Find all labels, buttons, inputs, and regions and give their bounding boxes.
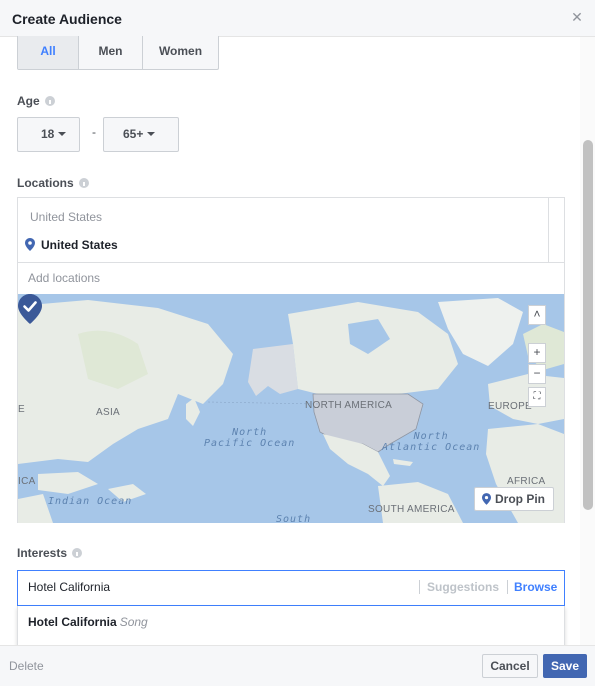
drop-pin-label: Drop Pin — [495, 492, 545, 506]
delete-link[interactable]: Delete — [9, 659, 44, 673]
chevron-down-icon — [58, 132, 67, 136]
map-label-ica: ICA — [18, 476, 36, 487]
interest-result-item[interactable]: Hotel California Song — [28, 615, 148, 629]
map-label-asia: ASIA — [96, 407, 120, 418]
dialog-title: Create Audience — [12, 11, 122, 27]
close-icon[interactable]: ✕ — [569, 9, 585, 25]
gender-option-women[interactable]: Women — [143, 36, 218, 69]
map-label-north-pacific: North Pacific Ocean — [204, 427, 296, 449]
map-collapse-button[interactable]: ˄ — [528, 305, 546, 325]
selected-location-item[interactable]: United States — [25, 238, 118, 252]
save-button[interactable]: Save — [543, 654, 587, 678]
map-fullscreen-icon[interactable]: ⛶ — [528, 387, 546, 407]
location-map[interactable]: ASIA NORTH AMERICA EUROPE AFRICA SOUTH A… — [18, 294, 564, 523]
map-label-north-atlantic: North Atlantic Ocean — [382, 431, 481, 453]
age-min-value: 18 — [41, 127, 55, 141]
map-zoom-out-button[interactable]: − — [528, 364, 546, 384]
map-label-africa: AFRICA — [507, 476, 546, 487]
age-min-select[interactable]: 18 — [17, 117, 80, 152]
dialog-header: Create Audience ✕ — [0, 0, 595, 37]
info-icon[interactable] — [44, 96, 55, 106]
add-locations-input[interactable] — [18, 263, 564, 293]
info-icon[interactable] — [78, 178, 89, 188]
locations-label-text: Locations — [17, 176, 74, 190]
cancel-button[interactable]: Cancel — [482, 654, 538, 678]
location-pin-icon — [482, 493, 491, 505]
interest-suggestions-dropdown: Hotel California Song — [17, 606, 565, 646]
dialog-footer: Delete Cancel Save — [0, 645, 595, 686]
locations-label: Locations — [17, 176, 89, 190]
map-label-indian-ocean: Indian Ocean — [48, 496, 133, 507]
interest-result-type: Song — [119, 615, 148, 629]
drop-pin-button[interactable]: Drop Pin — [474, 487, 554, 511]
location-country-header: United States — [30, 210, 103, 224]
age-label: Age — [17, 94, 55, 108]
map-label-south-america: SOUTH AMERICA — [368, 504, 455, 515]
divider — [419, 580, 420, 594]
interest-result-name: Hotel California — [28, 615, 117, 629]
suggestions-link[interactable]: Suggestions — [427, 580, 499, 594]
interests-label-text: Interests — [17, 546, 68, 560]
age-max-select[interactable]: 65+ — [103, 117, 179, 152]
chevron-down-icon — [147, 132, 156, 136]
interests-field[interactable]: Suggestions Browse — [17, 570, 565, 606]
selected-location-label: United States — [41, 238, 118, 252]
gender-option-men[interactable]: Men — [79, 36, 143, 69]
interests-label: Interests — [17, 546, 83, 560]
interests-input[interactable] — [28, 580, 408, 594]
add-locations-field[interactable] — [18, 262, 564, 294]
map-label-south: South — [276, 514, 312, 523]
info-icon[interactable] — [72, 548, 83, 558]
age-max-value: 65+ — [123, 127, 144, 141]
location-pin-icon — [25, 238, 35, 251]
divider — [507, 580, 508, 594]
map-label-europe: EUROPE — [488, 401, 533, 412]
locations-list: United States United States — [18, 198, 549, 262]
gender-option-all[interactable]: All — [18, 36, 79, 69]
map-location-marker-icon[interactable] — [18, 294, 42, 324]
gender-selector: All Men Women — [17, 36, 219, 70]
browse-link[interactable]: Browse — [514, 580, 557, 594]
map-label-north-america: NORTH AMERICA — [305, 400, 393, 411]
map-zoom-in-button[interactable]: + — [528, 343, 546, 363]
age-label-text: Age — [17, 94, 40, 108]
locations-box: United States United States Add location… — [17, 197, 565, 523]
scrollbar-thumb[interactable] — [583, 140, 593, 510]
age-range-dash: - — [92, 125, 96, 139]
map-label-e: E — [18, 404, 25, 415]
